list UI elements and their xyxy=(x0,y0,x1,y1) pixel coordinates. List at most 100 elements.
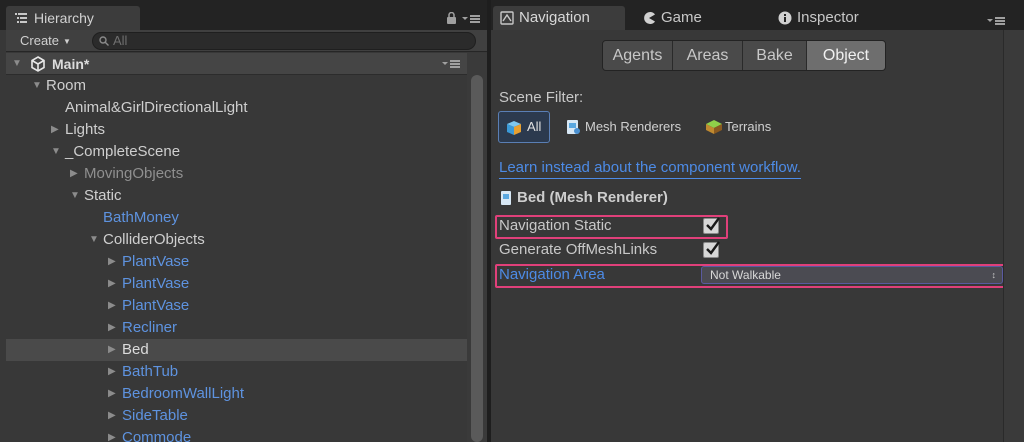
expand-open-icon[interactable]: ▼ xyxy=(32,75,42,97)
tree-item[interactable]: ▼ _CompleteScene xyxy=(6,141,468,163)
component-workflow-link[interactable]: Learn instead about the component workfl… xyxy=(499,158,801,179)
navigation-scrollbar[interactable] xyxy=(1003,30,1024,442)
list-icon xyxy=(15,13,27,23)
tree-item-label: Recliner xyxy=(122,319,178,336)
hierarchy-tabbar: Hierarchy xyxy=(0,0,487,30)
navigation-static-label: Navigation Static xyxy=(499,217,612,234)
cube-icon xyxy=(507,121,521,135)
expand-closed-icon[interactable]: ▶ xyxy=(51,119,61,141)
expand-closed-icon[interactable]: ▶ xyxy=(108,383,118,405)
navigation-area-value: Not Walkable xyxy=(710,268,781,282)
search-placeholder: All xyxy=(113,33,128,48)
lock-icon[interactable] xyxy=(446,12,457,24)
filter-all-button[interactable]: All xyxy=(498,111,550,143)
segment-bake[interactable]: Bake xyxy=(743,41,807,70)
expand-closed-icon[interactable]: ▶ xyxy=(108,361,118,383)
tab-game[interactable]: Game xyxy=(635,6,745,30)
tree-item-label: Lights xyxy=(65,121,106,138)
filter-mesh-renderers-button[interactable]: Mesh Renderers xyxy=(565,111,681,143)
object-title: Bed (Mesh Renderer) xyxy=(499,188,668,208)
filter-all-label: All xyxy=(527,119,542,134)
hierarchy-scrollbar[interactable] xyxy=(467,53,487,442)
expand-closed-icon[interactable]: ▶ xyxy=(108,405,118,427)
tree-item-label: BathMoney xyxy=(103,209,179,226)
tree-item[interactable]: ▶ Recliner xyxy=(6,317,468,339)
expand-closed-icon[interactable]: ▶ xyxy=(108,295,118,317)
tab-inspector[interactable]: Inspector xyxy=(771,6,901,30)
expand-closed-icon[interactable]: ▶ xyxy=(108,273,118,295)
tree-item-label: SideTable xyxy=(122,407,188,424)
segment-object[interactable]: Object xyxy=(807,41,885,70)
expand-triangle-icon[interactable]: ▼ xyxy=(12,53,22,75)
expand-open-icon[interactable]: ▼ xyxy=(89,229,99,251)
hierarchy-panel: Hierarchy Create ▼ All ▼ Main* ▼ Room An… xyxy=(0,0,487,442)
tree-item-label: Commode xyxy=(122,429,192,442)
tree-item-label: PlantVase xyxy=(122,297,190,314)
expand-open-icon[interactable]: ▼ xyxy=(51,141,61,163)
tree-item-label: BathTub xyxy=(122,363,179,380)
mesh-renderer-icon xyxy=(567,120,580,134)
tree-item[interactable]: ▶ PlantVase xyxy=(6,295,468,317)
expand-closed-icon[interactable]: ▶ xyxy=(108,317,118,339)
generate-offmeshlinks-label: Generate OffMeshLinks xyxy=(499,241,658,258)
tab-navigation[interactable]: Navigation xyxy=(493,6,625,30)
segment-agents[interactable]: Agents xyxy=(603,41,673,70)
expand-closed-icon[interactable]: ▶ xyxy=(108,427,118,442)
scene-name: Main* xyxy=(52,56,90,72)
tree-item[interactable]: ▶ SideTable xyxy=(6,405,468,427)
tree-item[interactable]: ▶ PlantVase xyxy=(6,251,468,273)
tree-item[interactable]: ▶ Bed xyxy=(6,339,468,361)
pacman-icon xyxy=(644,12,655,24)
tree-item-label: Room xyxy=(46,77,87,94)
create-dropdown[interactable]: Create ▼ xyxy=(20,32,71,50)
tree-item-label: MovingObjects xyxy=(84,165,184,182)
hierarchy-toolbar: Create ▼ All xyxy=(6,30,487,52)
dropdown-arrows-icon: ↕ xyxy=(991,270,997,280)
tree-item[interactable]: ▶ PlantVase xyxy=(6,273,468,295)
hierarchy-tree: ▼ Main* ▼ Room Animal&GirlDirectionalLight… xyxy=(6,53,468,442)
unity-logo-icon xyxy=(31,56,45,72)
filter-terrains-button[interactable]: Terrains xyxy=(705,111,771,143)
tree-item[interactable]: ▶ Lights xyxy=(6,119,468,141)
scene-menu-icon[interactable] xyxy=(442,59,460,69)
hierarchy-search-input[interactable]: All xyxy=(92,32,476,50)
tree-item-label: Static xyxy=(84,187,122,204)
tree-item-label: Animal&GirlDirectionalLight xyxy=(65,99,248,116)
tree-item[interactable]: ▶ BathTub xyxy=(6,361,468,383)
tree-item[interactable]: ▶ BedroomWallLight xyxy=(6,383,468,405)
tree-item[interactable]: ▶ Commode xyxy=(6,427,468,442)
checkmark-icon xyxy=(706,241,720,255)
tab-navigation-label: Navigation xyxy=(519,9,590,26)
tab-game-label: Game xyxy=(661,9,702,26)
tab-hierarchy[interactable]: Hierarchy xyxy=(6,6,140,30)
filter-mesh-renderers-label: Mesh Renderers xyxy=(585,119,682,134)
expand-closed-icon[interactable]: ▶ xyxy=(108,339,118,361)
tree-item[interactable]: ▶ MovingObjects xyxy=(6,163,468,185)
navigation-icon xyxy=(500,11,514,25)
tree-item[interactable]: BathMoney xyxy=(6,207,468,229)
navigation-area-dropdown[interactable]: Not Walkable ↕ xyxy=(701,266,1003,284)
expand-closed-icon[interactable]: ▶ xyxy=(70,163,80,185)
panel-menu-icon[interactable] xyxy=(987,16,1005,26)
object-title-text: Bed (Mesh Renderer) xyxy=(517,189,668,206)
create-label: Create xyxy=(20,33,60,48)
expand-closed-icon[interactable]: ▶ xyxy=(108,251,118,273)
tree-item-label: BedroomWallLight xyxy=(122,385,244,402)
expand-open-icon[interactable]: ▼ xyxy=(70,185,80,207)
tree-item[interactable]: ▼ Static xyxy=(6,185,468,207)
chevron-down-icon: ▼ xyxy=(63,36,71,46)
navigation-static-checkbox[interactable] xyxy=(703,217,720,234)
tree-item[interactable]: ▼ ColliderObjects xyxy=(6,229,468,251)
search-icon xyxy=(99,36,109,46)
scrollbar-thumb[interactable] xyxy=(471,75,483,442)
tree-item[interactable]: ▼ Room xyxy=(6,75,468,97)
tree-item-label: ColliderObjects xyxy=(103,231,205,248)
generate-offmeshlinks-checkbox[interactable] xyxy=(703,241,720,258)
scrollbar-track[interactable] xyxy=(1003,30,1024,442)
tree-item[interactable]: Animal&GirlDirectionalLight xyxy=(6,97,468,119)
info-icon xyxy=(778,11,792,25)
scene-row[interactable]: ▼ Main* xyxy=(6,53,468,75)
tab-inspector-label: Inspector xyxy=(797,9,859,26)
panel-menu-icon[interactable] xyxy=(462,14,480,24)
segment-areas[interactable]: Areas xyxy=(673,41,743,70)
